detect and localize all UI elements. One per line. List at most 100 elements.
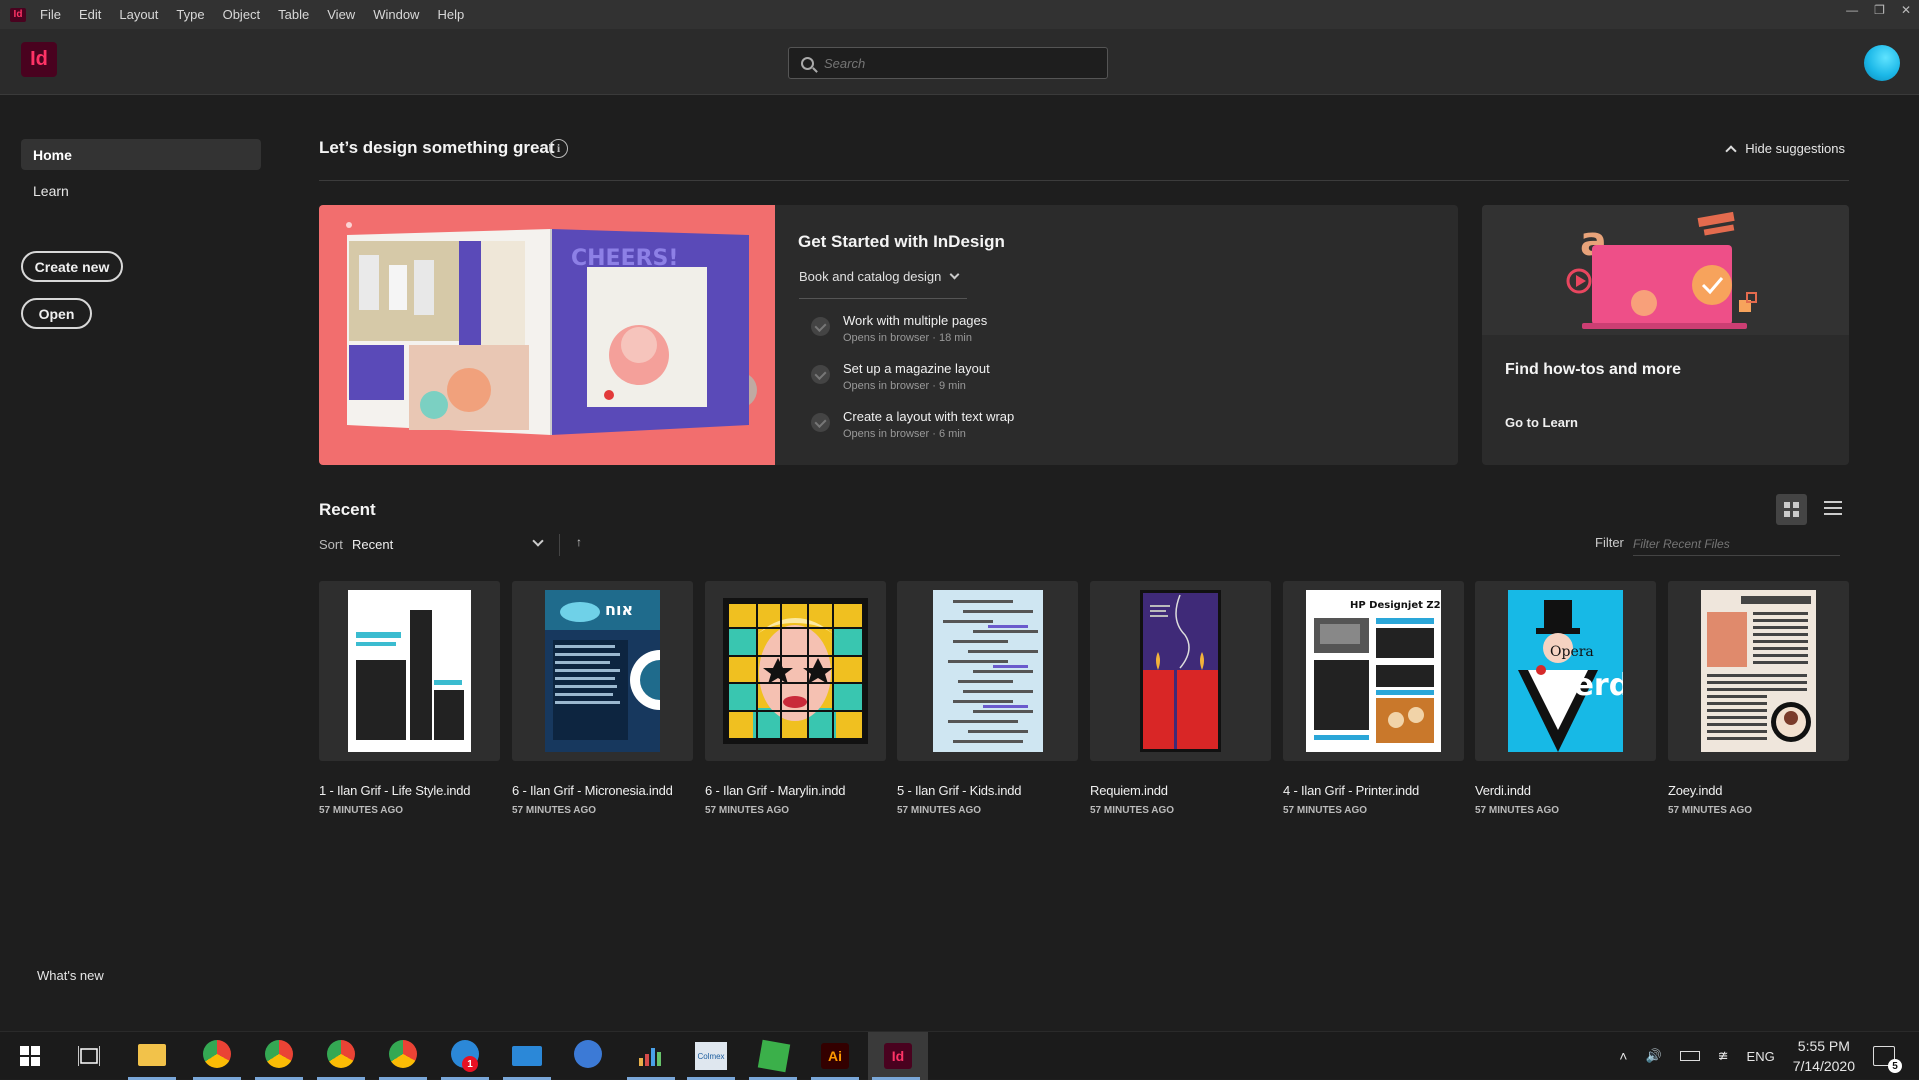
language-indicator[interactable]: ENG	[1747, 1049, 1775, 1064]
recent-file-card[interactable]	[1668, 581, 1849, 761]
recent-file-card[interactable]: אוח	[512, 581, 693, 761]
recent-file-card[interactable]	[897, 581, 1078, 761]
app-icon[interactable]	[574, 1040, 602, 1068]
menu-table[interactable]: Table	[278, 7, 309, 22]
menu-type[interactable]: Type	[176, 7, 204, 22]
go-to-learn-link[interactable]: Go to Learn	[1505, 415, 1578, 430]
grid-view-icon-cell	[1784, 511, 1790, 517]
audio-app-icon[interactable]	[639, 1044, 663, 1066]
restore-icon[interactable]: ❐	[1874, 3, 1885, 17]
file-name[interactable]: 6 - Ilan Grif - Micronesia.indd	[512, 783, 673, 798]
search-input[interactable]	[824, 55, 1094, 71]
notification-badge: 1	[462, 1056, 478, 1072]
file-explorer-icon[interactable]	[138, 1044, 166, 1066]
file-name[interactable]: Zoey.indd	[1668, 783, 1723, 798]
menu-file[interactable]: File	[40, 7, 61, 22]
wifi-icon[interactable]: ≇	[1718, 1048, 1729, 1064]
learn-illustration: a	[1482, 205, 1849, 335]
filter-recent-files-input[interactable]	[1633, 532, 1840, 556]
chrome-icon[interactable]	[327, 1040, 355, 1068]
close-icon[interactable]: ✕	[1901, 3, 1911, 17]
topic-dropdown-value: Book and catalog design	[799, 269, 942, 284]
list-view-icon	[1824, 501, 1842, 503]
create-new-button[interactable]: Create new	[21, 251, 123, 282]
volume-icon[interactable]: 🔊	[1645, 1048, 1661, 1064]
learn-illustration-svg: a	[1566, 211, 1757, 329]
illustrator-icon[interactable]: Ai	[821, 1043, 849, 1069]
indesign-mini-icon[interactable]: Id	[10, 7, 26, 22]
check-icon	[811, 365, 830, 384]
colmex-icon[interactable]: Colmex	[695, 1042, 727, 1070]
sort-select[interactable]: Recent	[352, 537, 546, 552]
file-name[interactable]: 1 - Ilan Grif - Life Style.indd	[319, 783, 471, 798]
app-icon[interactable]	[757, 1039, 791, 1073]
file-name[interactable]: 4 - Ilan Grif - Printer.indd	[1283, 783, 1419, 798]
list-view-icon-line	[1824, 507, 1842, 509]
file-thumbnail: Opera Verdi	[1508, 590, 1623, 752]
app-header: Id	[0, 29, 1919, 95]
file-time: 57 MINUTES AGO	[705, 805, 790, 816]
info-icon[interactable]: i	[549, 139, 568, 158]
sidebar-item-home[interactable]: Home	[21, 139, 261, 170]
file-name[interactable]: 5 - Ilan Grif - Kids.indd	[897, 783, 1022, 798]
tutorial-subtitle: Opens in browser · 9 min	[843, 380, 966, 392]
file-thumbnail: HP Designjet Z2100	[1306, 590, 1441, 752]
recent-file-card[interactable]	[319, 581, 500, 761]
file-time: 57 MINUTES AGO	[1475, 805, 1560, 816]
indesign-icon[interactable]: Id	[884, 1043, 912, 1069]
divider	[319, 180, 1849, 181]
file-thumbnail	[1140, 590, 1221, 752]
task-view-icon[interactable]	[78, 1046, 100, 1066]
hide-suggestions-button[interactable]: Hide suggestions	[1725, 141, 1845, 157]
notifications-icon[interactable]: 5	[1873, 1046, 1902, 1073]
recent-file-card[interactable]: HP Designjet Z2100	[1283, 581, 1464, 761]
grid-view-button[interactable]	[1776, 494, 1807, 525]
window-controls: — ❐ ✕	[1846, 0, 1911, 20]
chrome-icon[interactable]	[203, 1040, 231, 1068]
file-time: 57 MINUTES AGO	[1090, 805, 1175, 816]
menu-view[interactable]: View	[327, 7, 355, 22]
open-button[interactable]: Open	[21, 298, 92, 329]
micronesia-title-text: אוח	[605, 600, 633, 619]
check-icon	[811, 413, 830, 432]
windows-start-icon[interactable]	[20, 1046, 40, 1066]
menu-help[interactable]: Help	[437, 7, 464, 22]
search-box[interactable]	[788, 47, 1108, 79]
battery-icon[interactable]	[1679, 1051, 1700, 1061]
menu-edit[interactable]: Edit	[79, 7, 101, 22]
tutorial-subtitle: Opens in browser · 6 min	[843, 428, 966, 440]
avatar[interactable]	[1864, 45, 1900, 81]
whats-new-link[interactable]: What's new	[37, 968, 104, 983]
minimize-icon[interactable]: —	[1846, 3, 1858, 17]
chevron-up-icon[interactable]: ˄	[1619, 1048, 1627, 1064]
recent-file-card[interactable]	[1090, 581, 1271, 761]
mail-icon[interactable]	[512, 1046, 542, 1066]
sort-direction-button[interactable]: ↑	[576, 535, 582, 549]
menu-bar: Id File Edit Layout Type Object Table Vi…	[0, 0, 1919, 29]
topic-dropdown[interactable]: Book and catalog design	[799, 269, 960, 284]
file-name[interactable]: 6 - Ilan Grif - Marylin.indd	[705, 783, 846, 798]
list-view-button[interactable]	[1824, 499, 1842, 517]
filter-label: Filter	[1595, 535, 1624, 550]
magazine-illustration[interactable]: CHEERS!	[319, 205, 775, 465]
menu-object[interactable]: Object	[223, 7, 261, 22]
file-thumbnail	[933, 590, 1043, 752]
menu-layout[interactable]: Layout	[119, 7, 158, 22]
file-thumbnail	[723, 598, 868, 744]
tutorial-title: Set up a magazine layout	[843, 361, 990, 376]
chrome-icon[interactable]	[389, 1040, 417, 1068]
file-thumbnail	[1701, 590, 1816, 752]
how-to-card[interactable]: a Find how-tos and more Go to Learn	[1482, 205, 1849, 465]
file-name[interactable]: Verdi.indd	[1475, 783, 1531, 798]
get-started-card: CHEERS! Get Started with InDesign Book a…	[319, 205, 1458, 465]
verdi-text: Verdi	[1552, 668, 1623, 703]
indesign-logo: Id	[21, 42, 57, 77]
clock[interactable]: 5:55 PM 7/14/2020	[1793, 1036, 1855, 1076]
page-title: Let’s design something great	[319, 138, 555, 157]
file-name[interactable]: Requiem.indd	[1090, 783, 1168, 798]
menu-window[interactable]: Window	[373, 7, 419, 22]
recent-file-card[interactable]: Opera Verdi	[1475, 581, 1656, 761]
sidebar-item-learn[interactable]: Learn	[33, 183, 69, 199]
recent-file-card[interactable]	[705, 581, 886, 761]
chrome-icon[interactable]	[265, 1040, 293, 1068]
